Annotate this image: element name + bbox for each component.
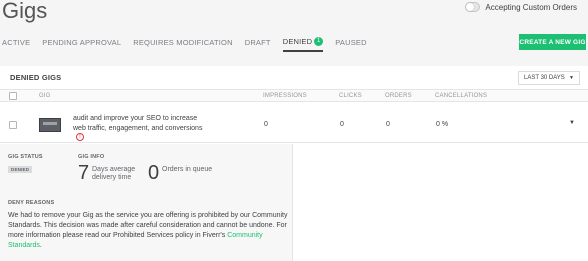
row-checkbox[interactable] xyxy=(9,121,17,129)
gig-thumbnail[interactable] xyxy=(39,118,61,132)
custom-orders-label: Accepting Custom Orders xyxy=(485,2,577,12)
create-new-gig-button[interactable]: CREATE A NEW GIG xyxy=(519,34,586,50)
custom-orders-toggle-row: Accepting Custom Orders xyxy=(465,2,577,12)
tab-pending-approval[interactable]: PENDING APPROVAL xyxy=(42,36,121,49)
column-header-gig: GIG xyxy=(39,93,51,99)
gig-status-tabs: ACTIVE PENDING APPROVAL REQUIRES MODIFIC… xyxy=(2,36,367,52)
date-range-select[interactable]: LAST 30 DAYS ▼ xyxy=(518,70,580,85)
row-menu-chevron-icon[interactable]: ▼ xyxy=(569,120,575,126)
column-header-clicks: CLICKS xyxy=(339,93,362,99)
tab-active[interactable]: ACTIVE xyxy=(2,36,30,49)
deny-reasons-text: We had to remove your Gig as the service… xyxy=(8,211,298,251)
tab-denied-label: DENIED xyxy=(282,37,313,46)
warning-icon: ! xyxy=(76,133,84,142)
chevron-down-icon: ▼ xyxy=(569,74,574,81)
gig-info-label: GIG INFO xyxy=(78,154,105,160)
status-badge: DENIED xyxy=(8,166,33,173)
column-header-orders: ORDERS xyxy=(385,93,412,99)
queue-caption: Orders in queue xyxy=(162,166,213,173)
deny-reasons-label: DENY REASONS xyxy=(8,200,55,206)
table-header: GIG IMPRESSIONS CLICKS ORDERS CANCELLATI… xyxy=(0,90,588,102)
gig-title[interactable]: audit and improve your SEO to increase w… xyxy=(73,115,202,132)
tab-draft[interactable]: DRAFT xyxy=(245,36,271,49)
cancellations-value: 0 % xyxy=(436,121,449,128)
gig-status-label: GIG STATUS xyxy=(8,154,43,160)
impressions-value: 0 xyxy=(264,121,268,128)
deny-reasons-end: . xyxy=(39,242,42,249)
select-all-checkbox[interactable] xyxy=(9,92,17,100)
delivery-caption: Days average delivery time xyxy=(92,166,136,181)
column-header-cancellations: CANCELLATIONS xyxy=(435,93,488,99)
tab-requires-modification[interactable]: REQUIRES MODIFICATION xyxy=(133,36,232,49)
panel-header: DENIED GIGS LAST 30 DAYS ▼ xyxy=(0,66,588,90)
clicks-value: 0 xyxy=(340,121,344,128)
column-header-impressions: IMPRESSIONS xyxy=(263,93,307,99)
custom-orders-toggle[interactable] xyxy=(465,2,481,12)
tab-paused[interactable]: PAUSED xyxy=(335,36,367,49)
delivery-days-number: 7 xyxy=(78,162,90,184)
orders-value: 0 xyxy=(386,121,390,128)
tab-denied[interactable]: DENIED 1 xyxy=(282,36,324,52)
page-title: Gigs xyxy=(2,0,48,23)
table-row[interactable]: audit and improve your SEO to increase w… xyxy=(0,103,588,143)
denied-gigs-panel: DENIED GIGS LAST 30 DAYS ▼ GIG IMPRESSIO… xyxy=(0,66,588,261)
queue-number: 0 xyxy=(148,162,160,184)
panel-title: DENIED GIGS xyxy=(10,73,62,82)
gig-title-cell[interactable]: audit and improve your SEO to increase w… xyxy=(73,114,208,143)
date-range-value: LAST 30 DAYS xyxy=(524,74,565,81)
denied-count-badge: 1 xyxy=(314,37,324,46)
